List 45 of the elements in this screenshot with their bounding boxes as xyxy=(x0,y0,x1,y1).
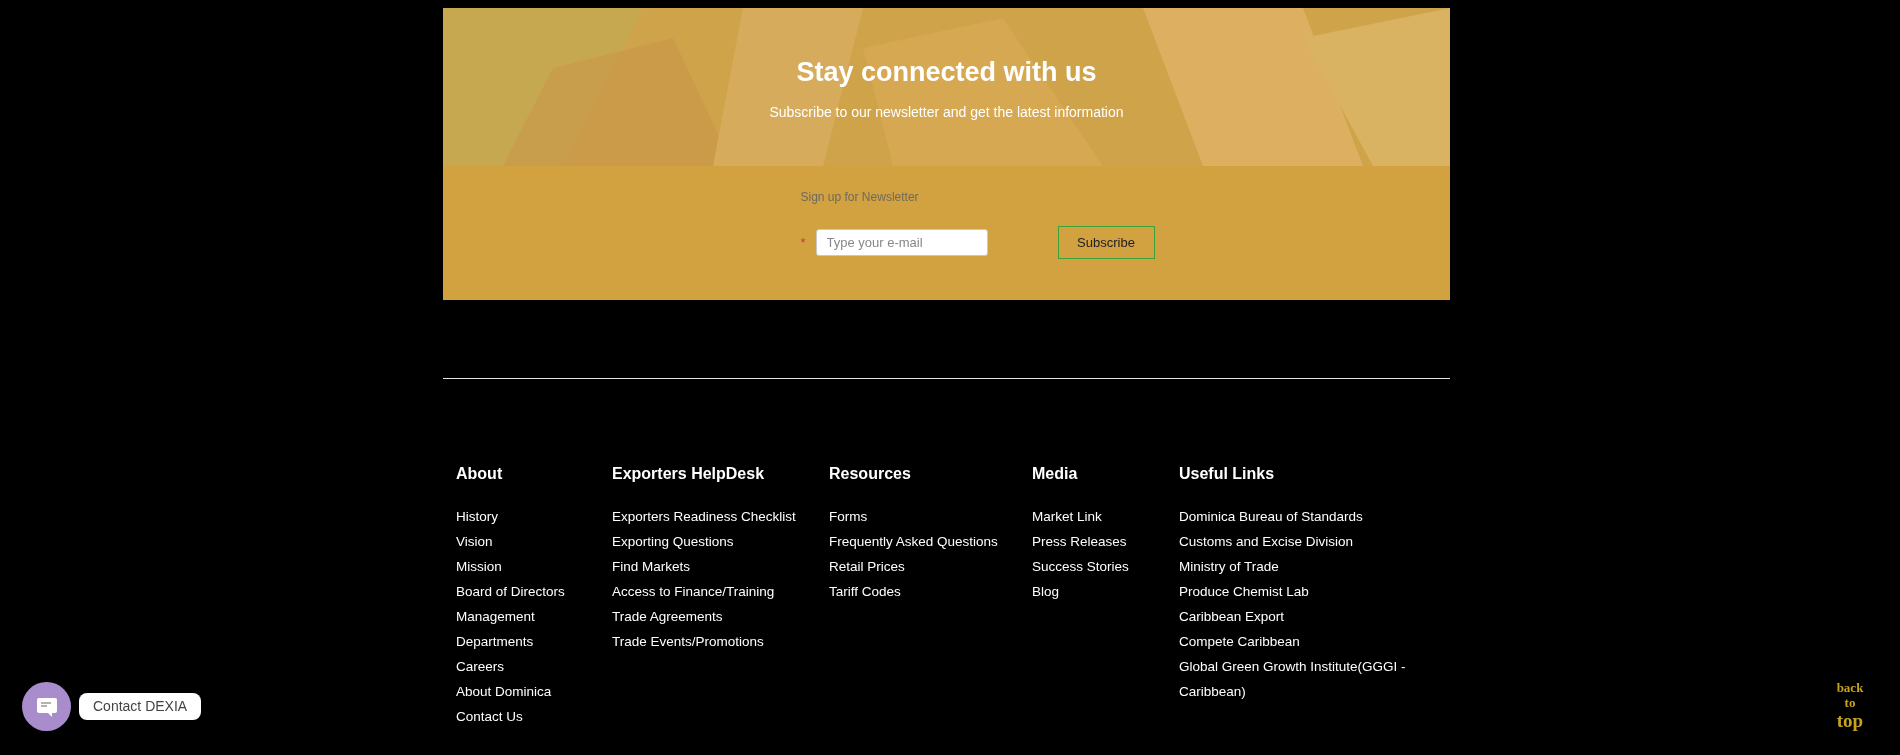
footer-link[interactable]: Press Releases xyxy=(1032,529,1127,554)
form-label: Sign up for Newsletter xyxy=(800,189,920,206)
footer-link[interactable]: Ministry of Trade xyxy=(1179,554,1279,579)
footer-link[interactable]: Trade Events/Promotions xyxy=(612,629,764,654)
footer-heading: Useful Links xyxy=(1179,464,1276,484)
footer-link[interactable]: Access to Finance/Training xyxy=(612,579,775,604)
footer-link[interactable]: Compete Caribbean xyxy=(1179,629,1300,654)
footer-link[interactable]: Vision xyxy=(456,529,493,554)
footer-link[interactable]: Retail Prices xyxy=(829,554,905,579)
footer-link[interactable]: Find Markets xyxy=(612,554,691,579)
chat-label: Contact DEXIA xyxy=(79,693,202,720)
footer-link[interactable]: Board of Directors xyxy=(456,579,565,604)
chat-button[interactable] xyxy=(22,682,71,731)
footer-link[interactable]: Caribbean Export xyxy=(1179,604,1285,629)
email-field[interactable]: Type your e-mail xyxy=(815,229,988,256)
footer-link[interactable]: Forms xyxy=(829,504,868,529)
footer-link[interactable]: Customs and Excise Division xyxy=(1179,529,1354,554)
footer-link[interactable]: About Dominica xyxy=(456,679,552,704)
footer-link[interactable]: Success Stories xyxy=(1032,554,1129,579)
footer-link[interactable]: Departments xyxy=(456,629,534,654)
footer-link[interactable]: Tariff Codes xyxy=(829,579,901,604)
subscribe-button[interactable]: Subscribe xyxy=(1057,226,1155,259)
footer-heading: Media xyxy=(1032,464,1079,484)
footer-link[interactable]: Mission xyxy=(456,554,502,579)
footer-link[interactable]: Blog xyxy=(1032,579,1060,604)
footer-link[interactable]: Frequently Asked Questions xyxy=(829,529,998,554)
footer-heading: Resources xyxy=(829,464,912,484)
footer-heading: Exporters HelpDesk xyxy=(612,464,766,484)
newsletter-title: Stay connected with us xyxy=(796,56,1097,88)
footer-link[interactable]: Management xyxy=(456,604,535,629)
footer-link[interactable]: Contact Us xyxy=(456,704,523,729)
footer-link[interactable]: Global Green Growth Institute(GGGI - Caribbean) xyxy=(1179,654,1419,704)
footer-heading: About xyxy=(456,464,504,484)
footer-link[interactable]: Exporting Questions xyxy=(612,529,734,554)
footer-link[interactable]: Dominica Bureau of Standards xyxy=(1179,504,1363,529)
footer-link[interactable]: Careers xyxy=(456,654,504,679)
back-to-top-link[interactable]: back to top xyxy=(1830,680,1870,732)
footer-link[interactable]: Trade Agreements xyxy=(612,604,723,629)
chat-icon xyxy=(35,695,58,718)
footer-link[interactable]: Produce Chemist Lab xyxy=(1179,579,1309,604)
footer-link[interactable]: History xyxy=(456,504,498,529)
footer-link[interactable]: Exporters Readiness Checklist xyxy=(612,504,796,529)
newsletter-subtitle: Subscribe to our newsletter and get the latest information xyxy=(769,103,1124,122)
required-mark: * xyxy=(800,233,807,252)
footer-link[interactable]: Market Link xyxy=(1032,504,1102,529)
